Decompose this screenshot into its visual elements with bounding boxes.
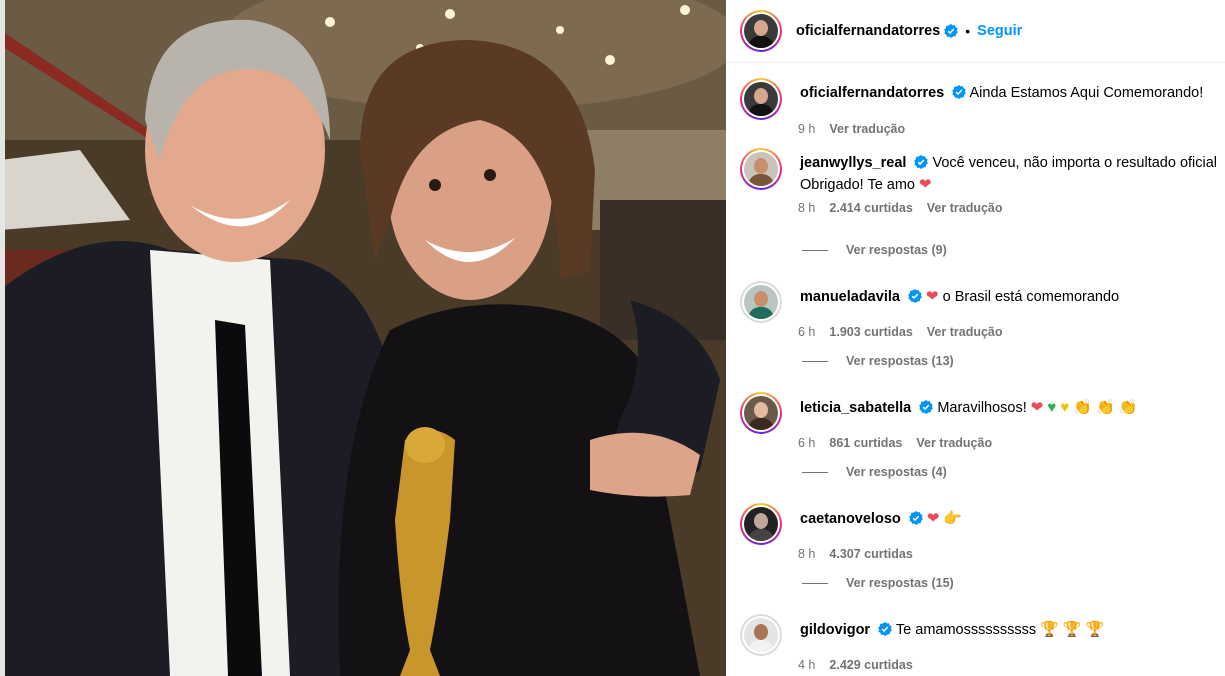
comment-avatar[interactable]	[740, 392, 782, 434]
see-translation-link[interactable]: Ver tradução	[916, 436, 992, 450]
comment-item: gildovigor Te amamossssssssss 🏆 🏆 🏆 4 h …	[740, 614, 1220, 672]
comment-text: Te amamossssssssss	[895, 622, 1037, 638]
see-translation-link[interactable]: Ver tradução	[927, 325, 1003, 339]
avatar-icon	[744, 152, 778, 186]
comment-item: leticia_sabatella Maravilhosos! ❤ ♥ ♥ 👏 …	[740, 392, 1220, 450]
comment-time[interactable]: 8 h	[798, 201, 815, 215]
replies-line	[802, 249, 828, 251]
avatar-icon	[744, 618, 778, 652]
red-heart-icon: ❤	[926, 510, 940, 527]
view-replies-button[interactable]: Ver respostas (9)	[802, 243, 947, 257]
comment-time[interactable]: 9 h	[798, 122, 815, 136]
view-replies-button[interactable]: Ver respostas (4)	[802, 465, 947, 479]
comment-likes[interactable]: 2.429 curtidas	[829, 658, 912, 672]
comment-time[interactable]: 8 h	[798, 547, 815, 561]
replies-line	[802, 360, 828, 362]
comment-avatar[interactable]	[740, 281, 782, 323]
verified-icon	[908, 289, 922, 303]
trophy-icon: 🏆	[1085, 621, 1105, 638]
red-heart-icon: ❤	[926, 288, 939, 305]
comment-item: jeanwyllys_real Você venceu, não importa…	[740, 148, 1220, 215]
post-header: oficialfernandatorres • Seguir	[726, 0, 1225, 63]
comment-avatar[interactable]	[740, 503, 782, 545]
comment-text: Ainda Estamos Aqui Comemorando!	[969, 85, 1204, 101]
verified-icon	[919, 400, 934, 414]
avatar-icon	[744, 285, 778, 319]
replies-line	[802, 582, 828, 584]
view-replies-label: Ver respostas (9)	[846, 243, 947, 257]
view-replies-label: Ver respostas (13)	[846, 354, 954, 368]
follow-button[interactable]: Seguir	[977, 23, 1022, 39]
comment-time[interactable]: 6 h	[798, 325, 815, 339]
comment-username[interactable]: jeanwyllys_real	[800, 155, 906, 171]
verified-icon	[944, 24, 959, 38]
pointing-hand-icon: 👉	[943, 510, 963, 527]
avatar-icon	[744, 14, 778, 48]
green-heart-icon: ♥	[1047, 399, 1057, 416]
comment-username[interactable]: caetanoveloso	[800, 511, 901, 527]
clapping-hands-icon: 👏	[1096, 399, 1115, 416]
comment-likes[interactable]: 861 curtidas	[829, 436, 902, 450]
verified-icon	[878, 622, 892, 636]
comment-avatar[interactable]	[740, 148, 782, 190]
author-avatar[interactable]	[740, 10, 782, 52]
author-username[interactable]: oficialfernandatorres	[796, 23, 940, 39]
view-replies-label: Ver respostas (4)	[846, 465, 947, 479]
view-replies-button[interactable]: Ver respostas (15)	[802, 576, 954, 590]
comment-text: o Brasil está comemorando	[942, 289, 1120, 305]
avatar-icon	[744, 507, 778, 541]
comment-text: Maravilhosos!	[937, 400, 1027, 416]
comment-username[interactable]: oficialfernandatorres	[800, 85, 944, 101]
comment-username[interactable]: manueladavila	[800, 289, 900, 305]
comment-username[interactable]: gildovigor	[800, 622, 870, 638]
comment-avatar[interactable]	[740, 614, 782, 656]
view-replies-button[interactable]: Ver respostas (13)	[802, 354, 954, 368]
separator-dot: •	[965, 23, 971, 39]
view-replies-label: Ver respostas (15)	[846, 576, 954, 590]
comment-likes[interactable]: 4.307 curtidas	[829, 547, 912, 561]
verified-icon	[914, 155, 929, 169]
verified-icon	[952, 85, 967, 99]
comment-avatar[interactable]	[740, 78, 782, 120]
red-heart-icon: ❤	[1030, 399, 1044, 416]
post-photo[interactable]	[0, 0, 726, 676]
comment-time[interactable]: 4 h	[798, 658, 815, 672]
avatar-icon	[744, 396, 778, 430]
post-sidebar: oficialfernandatorres • Seguir oficialfe…	[726, 0, 1225, 676]
replies-line	[802, 471, 828, 473]
see-translation-link[interactable]: Ver tradução	[829, 122, 905, 136]
avatar-icon	[744, 82, 778, 116]
yellow-heart-icon: ♥	[1060, 399, 1070, 416]
comment-item: caetanoveloso ❤ 👉 8 h 4.307 curtidas	[740, 503, 1220, 561]
verified-icon	[908, 511, 923, 525]
comment-item: manueladavila ❤ o Brasil está comemorand…	[740, 281, 1220, 339]
trophy-icon: 🏆	[1040, 621, 1059, 638]
clapping-hands-icon: 👏	[1118, 399, 1138, 416]
comment-likes[interactable]: 1.903 curtidas	[829, 325, 912, 339]
trophy-icon: 🏆	[1062, 621, 1082, 638]
caption: oficialfernandatorres Ainda Estamos Aqui…	[740, 78, 1220, 136]
comment-username[interactable]: leticia_sabatella	[800, 400, 911, 416]
clapping-hands-icon: 👏	[1073, 399, 1092, 416]
red-heart-icon: ❤	[919, 176, 932, 193]
see-translation-link[interactable]: Ver tradução	[927, 201, 1003, 215]
comment-time[interactable]: 6 h	[798, 436, 815, 450]
comment-likes[interactable]: 2.414 curtidas	[829, 201, 912, 215]
post-image	[0, 0, 726, 676]
